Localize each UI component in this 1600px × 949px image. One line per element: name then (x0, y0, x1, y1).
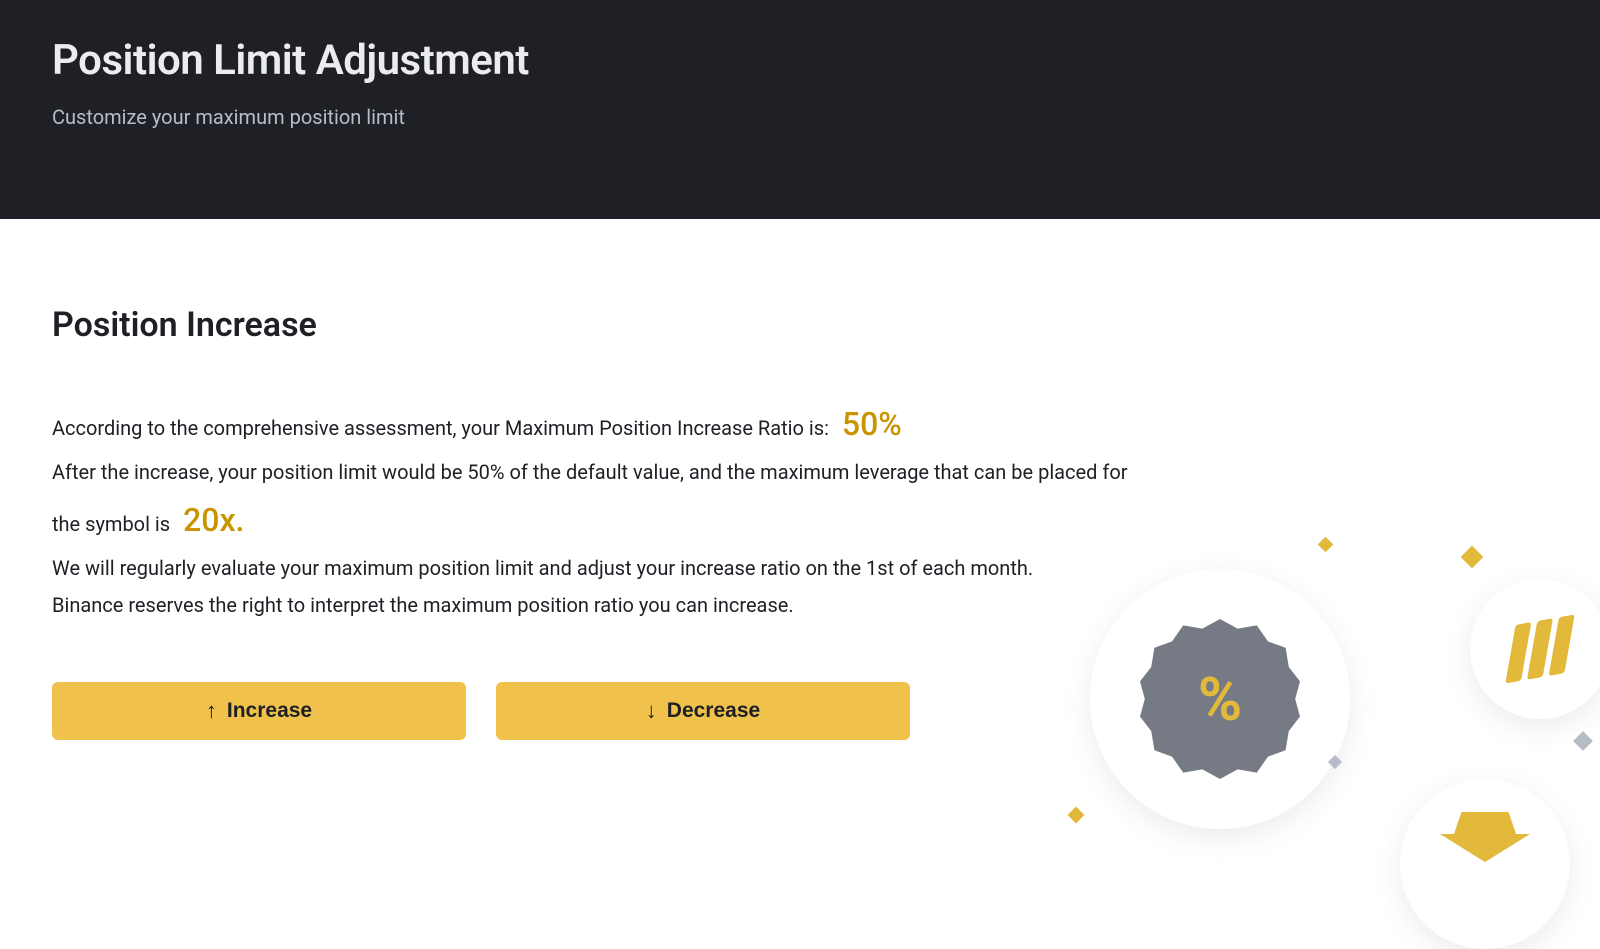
page-subtitle: Customize your maximum position limit (52, 105, 1548, 129)
evaluation-note: We will regularly evaluate your maximum … (52, 550, 1152, 587)
decrease-button[interactable]: ↓ Decrease (496, 682, 910, 740)
sparkle-icon (1068, 807, 1085, 824)
arrow-up-icon: ↑ (206, 700, 217, 722)
decrease-button-label: Decrease (667, 699, 760, 723)
leverage-value: 20x. (175, 501, 244, 539)
position-description: According to the comprehensive assessmen… (52, 395, 1152, 624)
ratio-label-text: According to the comprehensive assessmen… (52, 416, 829, 440)
increase-button[interactable]: ↑ Increase (52, 682, 466, 740)
gem-circle (1400, 779, 1570, 949)
stripes-icon (1506, 616, 1575, 682)
rights-note: Binance reserves the right to interpret … (52, 587, 1152, 624)
gem-icon (1440, 834, 1530, 894)
arrow-down-icon: ↓ (646, 700, 657, 722)
after-increase-text-2: the symbol is (52, 512, 170, 536)
page-title: Position Limit Adjustment (52, 36, 1548, 85)
ratio-value: 50% (834, 405, 902, 443)
sparkle-icon (1573, 731, 1593, 751)
sparkle-icon (1318, 537, 1334, 553)
main-content: Position Increase According to the compr… (0, 219, 1600, 800)
increase-button-label: Increase (227, 699, 312, 723)
sparkle-icon (1328, 755, 1342, 769)
sparkle-icon (1461, 546, 1484, 569)
after-increase-text-1: After the increase, your position limit … (52, 454, 1152, 491)
page-header: Position Limit Adjustment Customize your… (0, 0, 1600, 219)
action-button-row: ↑ Increase ↓ Decrease (52, 682, 1548, 740)
section-title: Position Increase (52, 305, 1548, 345)
